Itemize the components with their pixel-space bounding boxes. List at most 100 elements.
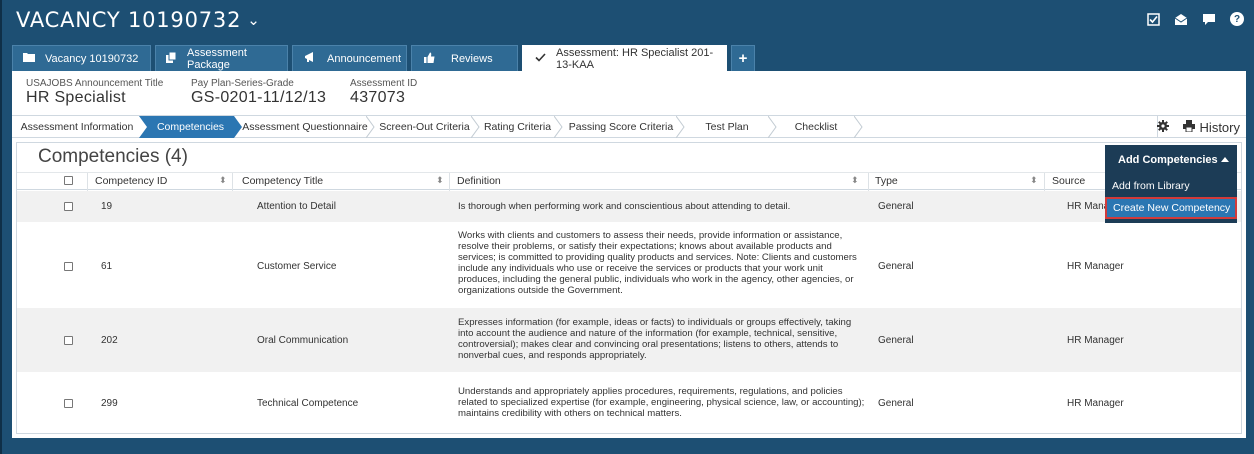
sort-icon[interactable]: ⬍ <box>1030 175 1038 186</box>
assessment-summary: USAJOBS Announcement Title HR Specialist… <box>12 71 1246 116</box>
chat-icon[interactable] <box>1202 12 1216 26</box>
step-competencies[interactable]: Competencies <box>139 116 242 138</box>
vacancy-tabs: Vacancy 10190732 Assessment Package Anno… <box>12 45 759 71</box>
add-competencies-button[interactable]: Add Competencies <box>1105 145 1237 175</box>
menu-item-create-new-competency[interactable]: Create New Competency <box>1105 197 1237 219</box>
row-checkbox[interactable] <box>64 202 73 211</box>
thumbs-up-icon <box>424 52 435 66</box>
competency-type: General <box>878 201 914 212</box>
mail-open-icon[interactable] <box>1174 12 1188 26</box>
competency-id: 61 <box>101 261 113 272</box>
section-title: Competencies (4) <box>38 146 188 167</box>
tab-reviews[interactable]: Reviews <box>411 45 518 71</box>
competency-type: General <box>878 398 914 409</box>
select-all-checkbox[interactable] <box>64 176 73 185</box>
tab-label: Assessment Package <box>187 46 247 71</box>
step-label: Assessment Information <box>20 121 134 133</box>
step-rating-criteria[interactable]: Rating Criteria <box>479 116 556 138</box>
announcement-title-field: USAJOBS Announcement Title HR Specialist <box>26 78 163 107</box>
row-checkbox[interactable] <box>64 262 73 271</box>
tab-vacancy[interactable]: Vacancy 10190732 <box>12 45 151 71</box>
sort-icon[interactable]: ⬍ <box>851 175 859 186</box>
step-passing-score-criteria[interactable]: Passing Score Criteria <box>562 116 680 138</box>
menu-item-label: Create New Competency <box>1113 202 1231 214</box>
competencies-section: Competencies (4) Competency ID ⬍ Compete… <box>16 142 1242 434</box>
checkbox-icon[interactable] <box>1146 12 1160 26</box>
tab-label: Assessment: HR Specialist 201-13-KAA <box>556 46 714 71</box>
help-icon[interactable]: ? <box>1230 12 1244 26</box>
competency-id: 202 <box>101 335 118 346</box>
competency-definition: Understands and appropriately applies pr… <box>458 386 865 419</box>
competency-type: General <box>878 261 914 272</box>
gear-icon[interactable] <box>1156 119 1169 135</box>
competency-type: General <box>878 335 914 346</box>
add-competencies-menu: Add from Library Create New Competency <box>1105 175 1237 223</box>
column-header-type[interactable]: Type <box>875 175 898 187</box>
caret-up-icon <box>1221 157 1229 162</box>
row-checkbox[interactable] <box>64 399 73 408</box>
tab-announcement[interactable]: Announcement <box>292 45 407 71</box>
step-label: Test Plan <box>705 121 749 133</box>
assessment-id-value: 437073 <box>350 89 406 106</box>
menu-item-add-from-library[interactable]: Add from Library <box>1105 175 1237 197</box>
step-assessment-questionnaire[interactable]: Assessment Questionnaire <box>242 116 368 138</box>
column-separator <box>1044 173 1045 191</box>
step-screen-out-criteria[interactable]: Screen-Out Criteria <box>374 116 475 138</box>
competency-title: Oral Communication <box>257 335 349 346</box>
row-checkbox[interactable] <box>64 336 73 345</box>
pay-plan-label: Pay Plan-Series-Grade <box>191 78 294 89</box>
printer-icon <box>1182 119 1195 135</box>
column-separator <box>868 173 869 191</box>
workflow-steps: Assessment Information Competencies Asse… <box>12 116 1246 138</box>
column-header-definition[interactable]: Definition <box>457 175 501 187</box>
table-row[interactable]: 19 Attention to Detail Is thorough when … <box>17 191 1241 222</box>
step-label: Competencies <box>156 121 225 133</box>
history-label: History <box>1199 119 1240 135</box>
competency-definition: Expresses information (for example, idea… <box>458 317 852 361</box>
vacancy-title-dropdown[interactable]: VACANCY 10190732 ⌄ <box>16 8 261 32</box>
header-icons: ? <box>1146 12 1244 26</box>
tab-label: Reviews <box>451 52 493 65</box>
competency-source: HR Manager <box>1067 261 1124 272</box>
check-icon <box>535 52 546 65</box>
column-header-source[interactable]: Source <box>1052 175 1085 187</box>
assessment-id-field: Assessment ID 437073 <box>350 78 417 107</box>
assessment-id-label: Assessment ID <box>350 78 418 89</box>
competency-id: 299 <box>101 398 118 409</box>
table-row[interactable]: 299 Technical Competence Understands and… <box>17 372 1241 434</box>
pay-plan-field: Pay Plan-Series-Grade GS-0201-11/12/13 <box>191 78 326 107</box>
table-row[interactable]: 202 Oral Communication Expresses informa… <box>17 308 1241 372</box>
chevron-down-icon: ⌄ <box>247 11 261 29</box>
column-separator <box>449 173 450 191</box>
step-assessment-information[interactable]: Assessment Information <box>12 116 142 138</box>
competency-title: Technical Competence <box>257 398 359 409</box>
step-label: Checklist <box>794 121 838 133</box>
announcement-title-label: USAJOBS Announcement Title <box>26 78 164 89</box>
step-label: Assessment Questionnaire <box>242 121 368 133</box>
vacancy-title: VACANCY 10190732 <box>16 8 242 32</box>
copy-icon <box>166 51 177 66</box>
competency-id: 19 <box>101 201 113 212</box>
table-row[interactable]: 61 Customer Service Works with clients a… <box>17 222 1241 308</box>
step-label: Screen-Out Criteria <box>379 121 470 133</box>
history-button[interactable]: History <box>1182 119 1240 135</box>
competency-definition: Is thorough when performing work and con… <box>458 201 791 212</box>
add-tab-button[interactable]: + <box>731 45 755 71</box>
tab-assessment-hr-specialist[interactable]: Assessment: HR Specialist 201-13-KAA <box>522 45 727 71</box>
app-window: VACANCY 10190732 ⌄ ? Vacancy 10190732 As… <box>0 0 1254 454</box>
column-separator <box>87 173 88 191</box>
step-separator <box>854 116 863 138</box>
step-checklist[interactable]: Checklist <box>776 116 856 138</box>
column-header-competency-title[interactable]: Competency Title <box>242 175 323 187</box>
competency-title: Customer Service <box>257 261 337 272</box>
competency-source: HR Manager <box>1067 398 1124 409</box>
announcement-title-value: HR Specialist <box>26 89 126 106</box>
tab-assessment-package[interactable]: Assessment Package <box>155 45 288 71</box>
app-header: VACANCY 10190732 ⌄ ? <box>2 0 1254 44</box>
column-header-competency-id[interactable]: Competency ID <box>95 175 167 187</box>
step-test-plan[interactable]: Test Plan <box>684 116 770 138</box>
step-label: Passing Score Criteria <box>568 121 674 133</box>
sort-icon[interactable]: ⬍ <box>436 175 444 186</box>
menu-item-label: Add from Library <box>1112 180 1190 192</box>
sort-icon[interactable]: ⬍ <box>219 175 227 186</box>
